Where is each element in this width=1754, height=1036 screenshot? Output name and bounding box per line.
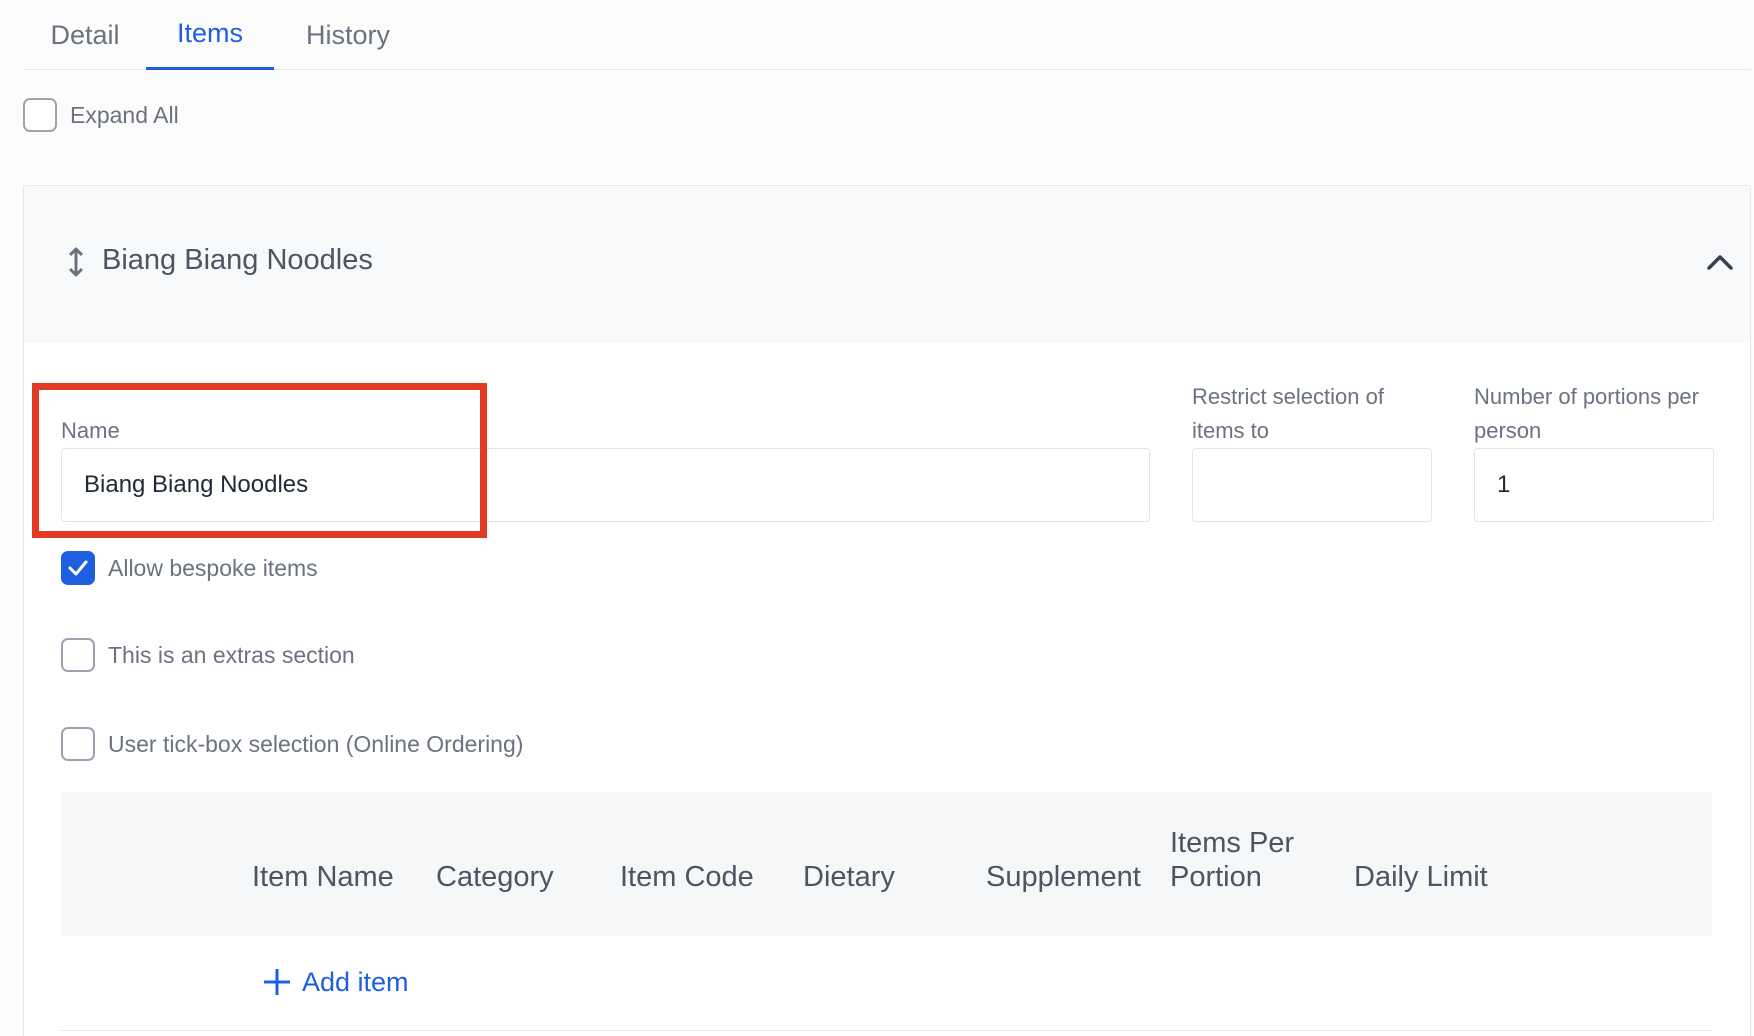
section-title: Biang Biang Noodles (102, 244, 373, 276)
allow-bespoke-label[interactable]: Allow bespoke items (108, 553, 318, 583)
tab-detail[interactable]: Detail (33, 0, 137, 70)
chevron-up-icon[interactable] (1704, 250, 1736, 274)
drag-handle-icon[interactable] (66, 246, 86, 278)
column-items-per-portion-line2[interactable]: Portion (1170, 860, 1262, 894)
expand-all-checkbox[interactable] (23, 98, 57, 132)
column-item-name[interactable]: Item Name (252, 860, 394, 894)
extras-section-label[interactable]: This is an extras section (108, 640, 355, 670)
section-header[interactable]: Biang Biang Noodles (24, 186, 1750, 343)
extras-section-checkbox[interactable] (61, 638, 95, 672)
highlight-box (32, 383, 487, 538)
column-items-per-portion-line1[interactable]: Items Per (1170, 826, 1294, 860)
column-daily-limit[interactable]: Daily Limit (1354, 860, 1488, 894)
add-item-button[interactable]: Add item (262, 962, 409, 1002)
divider (61, 1030, 1712, 1031)
column-dietary[interactable]: Dietary (803, 860, 895, 894)
menu-section-editor: Detail Items History Expand All Biang Bi… (0, 0, 1754, 1036)
column-category[interactable]: Category (436, 860, 554, 894)
portions-input[interactable]: 1 (1474, 448, 1714, 522)
portions-label-line2: person (1474, 418, 1542, 443)
checkmark-icon (68, 560, 88, 576)
items-table-header: Item Name Category Item Code Dietary Sup… (61, 792, 1712, 936)
restrict-label-line2: items to (1192, 418, 1270, 443)
tab-bar: Detail Items History (23, 0, 1751, 70)
allow-bespoke-checkbox[interactable] (61, 551, 95, 585)
column-supplement[interactable]: Supplement (986, 860, 1141, 894)
tab-history[interactable]: History (288, 0, 408, 70)
tab-items[interactable]: Items (146, 0, 274, 70)
column-item-code[interactable]: Item Code (620, 860, 754, 894)
portions-label-line1: Number of portions per (1474, 384, 1699, 409)
tick-box-selection-label[interactable]: User tick-box selection (Online Ordering… (108, 729, 523, 759)
plus-icon (264, 969, 290, 995)
restrict-label-line1: Restrict selection of (1192, 384, 1384, 409)
add-item-label: Add item (302, 966, 409, 997)
restrict-selection-input[interactable] (1192, 448, 1432, 522)
tick-box-selection-checkbox[interactable] (61, 727, 95, 761)
expand-all-label[interactable]: Expand All (70, 100, 179, 130)
